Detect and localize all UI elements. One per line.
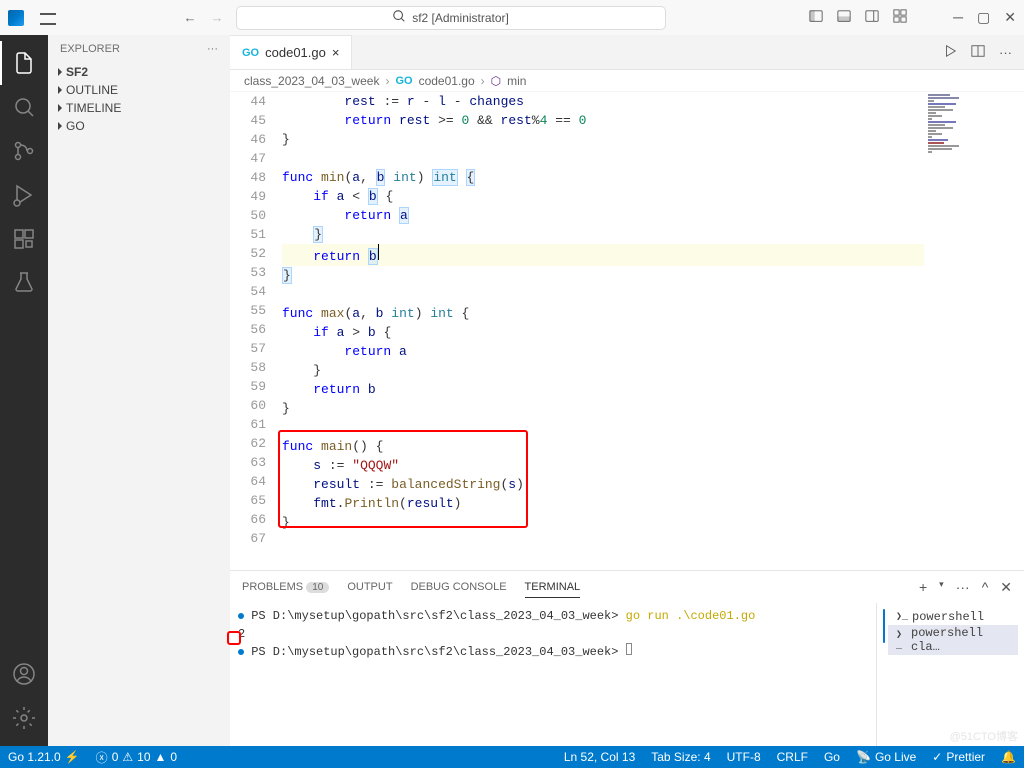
explorer-title: EXPLORER bbox=[60, 43, 120, 55]
split-editor-icon[interactable] bbox=[971, 44, 985, 61]
layout-toggle-right-icon[interactable] bbox=[865, 9, 879, 26]
layout-toggle-left-icon[interactable] bbox=[809, 9, 823, 26]
terminal-item-1[interactable]: ❯_powershell bbox=[888, 609, 1018, 625]
status-bar: Go 1.21.0 ⚡ ⓧ 0 ⚠ 10 ▲ 0 Ln 52, Col 13 T… bbox=[0, 746, 1024, 768]
run-debug-icon[interactable] bbox=[0, 173, 48, 217]
panel-tab-terminal[interactable]: TERMINAL bbox=[525, 577, 581, 598]
tab-code01[interactable]: GO code01.go × bbox=[230, 35, 352, 69]
sidebar-item-go[interactable]: GO bbox=[48, 117, 230, 135]
line-numbers: 4445464748495051525354555657585960616263… bbox=[230, 92, 282, 570]
breadcrumb[interactable]: class_2023_04_03_week› GO code01.go› ⬡ m… bbox=[230, 70, 1024, 92]
more-icon[interactable]: ··· bbox=[207, 43, 218, 55]
go-file-icon: GO bbox=[395, 75, 412, 87]
nav-forward-icon[interactable]: → bbox=[211, 10, 224, 25]
terminal-list: ❯_powershell ❯_powershell cla… bbox=[876, 603, 1024, 746]
nav-back-icon[interactable]: ← bbox=[184, 10, 197, 25]
customize-layout-icon[interactable] bbox=[893, 9, 907, 26]
activity-bar bbox=[0, 35, 48, 746]
sidebar-item-timeline[interactable]: TIMELINE bbox=[48, 99, 230, 117]
watermark: @51CTO博客 bbox=[950, 728, 1018, 744]
status-encoding[interactable]: UTF-8 bbox=[719, 746, 769, 768]
terminal-item-2[interactable]: ❯_powershell cla… bbox=[888, 625, 1018, 655]
extensions-icon[interactable] bbox=[0, 217, 48, 261]
vscode-logo-icon bbox=[8, 10, 24, 26]
status-lang[interactable]: Go bbox=[816, 746, 848, 768]
accounts-icon[interactable] bbox=[0, 652, 48, 696]
status-cursor[interactable]: Ln 52, Col 13 bbox=[556, 746, 643, 768]
status-go-version[interactable]: Go 1.21.0 ⚡ bbox=[0, 746, 88, 768]
tab-label: code01.go bbox=[265, 45, 326, 60]
editor-tabs: GO code01.go × ··· bbox=[230, 35, 1024, 70]
status-problems[interactable]: ⓧ 0 ⚠ 10 ▲ 0 bbox=[88, 746, 185, 768]
more-icon[interactable]: ··· bbox=[956, 579, 970, 596]
close-panel-icon[interactable]: ✕ bbox=[1000, 579, 1012, 596]
status-eol[interactable]: CRLF bbox=[769, 746, 816, 768]
command-center[interactable]: sf2 [Administrator] bbox=[236, 6, 666, 30]
code-editor[interactable]: 4445464748495051525354555657585960616263… bbox=[230, 92, 1024, 570]
layout-toggle-bottom-icon[interactable] bbox=[837, 9, 851, 26]
sidebar-item-sf2[interactable]: SF2 bbox=[48, 63, 230, 81]
sidebar-item-outline[interactable]: OUTLINE bbox=[48, 81, 230, 99]
search-icon bbox=[392, 9, 406, 26]
more-actions-icon[interactable]: ··· bbox=[999, 45, 1012, 60]
minimap[interactable] bbox=[924, 92, 1024, 570]
explorer-icon[interactable] bbox=[0, 41, 48, 85]
titlebar: ← → sf2 [Administrator] ─ ▢ ✕ bbox=[0, 0, 1024, 35]
panel-tab-debug[interactable]: DEBUG CONSOLE bbox=[411, 577, 507, 597]
window-close-icon[interactable]: ✕ bbox=[1004, 9, 1016, 26]
terminal-output[interactable]: PS D:\mysetup\gopath\src\sf2\class_2023_… bbox=[230, 603, 876, 746]
status-prettier[interactable]: ✓ Prettier bbox=[924, 746, 993, 768]
new-terminal-icon[interactable]: + bbox=[919, 579, 927, 596]
code-content[interactable]: rest := r - l - changes return rest >= 0… bbox=[282, 92, 924, 570]
status-golive[interactable]: 📡 Go Live bbox=[848, 746, 924, 768]
status-indent[interactable]: Tab Size: 4 bbox=[643, 746, 718, 768]
testing-icon[interactable] bbox=[0, 261, 48, 305]
panel-tab-output[interactable]: OUTPUT bbox=[347, 577, 392, 597]
panel-tab-problems[interactable]: PROBLEMS 10 bbox=[242, 577, 329, 597]
symbol-icon: ⬡ bbox=[491, 74, 501, 88]
sidebar: EXPLORER ··· SF2 OUTLINE TIMELINE GO bbox=[48, 35, 230, 746]
search-icon[interactable] bbox=[0, 85, 48, 129]
panel: PROBLEMS 10 OUTPUT DEBUG CONSOLE TERMINA… bbox=[230, 570, 1024, 746]
settings-gear-icon[interactable] bbox=[0, 696, 48, 740]
maximize-panel-icon[interactable]: ^ bbox=[982, 579, 989, 596]
run-icon[interactable] bbox=[943, 44, 957, 61]
status-notifications-icon[interactable]: 🔔 bbox=[993, 746, 1024, 768]
terminal-dropdown-icon[interactable]: ▾ bbox=[939, 579, 944, 596]
tab-close-icon[interactable]: × bbox=[332, 45, 340, 60]
window-minimize-icon[interactable]: ─ bbox=[953, 9, 963, 26]
source-control-icon[interactable] bbox=[0, 129, 48, 173]
window-maximize-icon[interactable]: ▢ bbox=[977, 9, 990, 26]
go-file-icon: GO bbox=[242, 47, 259, 59]
search-placeholder: sf2 [Administrator] bbox=[412, 11, 509, 25]
